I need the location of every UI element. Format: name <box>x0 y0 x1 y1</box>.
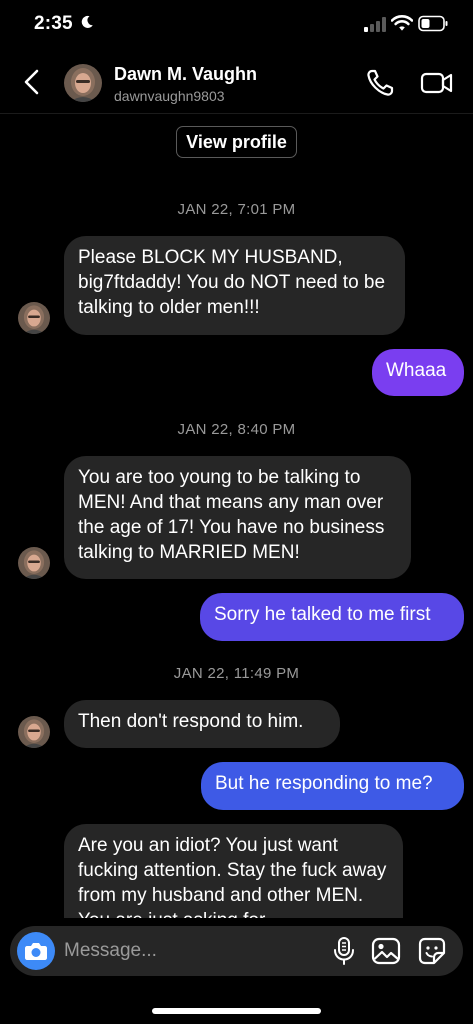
status-time: 2:35 <box>34 13 73 34</box>
cellular-signal-icon <box>364 17 386 32</box>
profile-photo-icon <box>18 716 50 748</box>
outgoing-message[interactable]: Whaaa <box>372 349 464 396</box>
sticker-icon[interactable] <box>417 936 447 966</box>
avatar[interactable] <box>18 716 50 748</box>
camera-icon <box>25 943 47 960</box>
microphone-icon[interactable] <box>332 936 356 966</box>
home-indicator[interactable] <box>152 1008 321 1014</box>
chat-header: Dawn M. Vaughn dawnvaughn9803 <box>0 52 473 114</box>
contact-name[interactable]: Dawn M. Vaughn <box>114 64 257 85</box>
image-icon[interactable] <box>371 936 401 966</box>
avatar[interactable] <box>18 547 50 579</box>
camera-button[interactable] <box>17 932 55 970</box>
profile-photo-icon <box>18 302 50 334</box>
moon-icon <box>81 15 93 28</box>
incoming-message[interactable]: You are too young to be talking to MEN! … <box>64 456 411 579</box>
battery-icon <box>418 15 448 32</box>
profile-photo-icon <box>18 547 50 579</box>
message-composer <box>10 926 463 976</box>
avatar[interactable] <box>18 302 50 334</box>
avatar[interactable] <box>64 64 102 102</box>
message-input[interactable] <box>64 935 314 967</box>
outgoing-message[interactable]: But he responding to me? <box>201 762 464 810</box>
wifi-icon <box>391 15 413 31</box>
incoming-message[interactable]: Please BLOCK MY HUSBAND, big7ftdaddy! Yo… <box>64 236 405 335</box>
outgoing-message[interactable]: Sorry he talked to me first <box>200 593 464 641</box>
contact-handle[interactable]: dawnvaughn9803 <box>114 88 225 104</box>
video-camera-icon[interactable] <box>420 67 454 99</box>
timestamp: JAN 22, 7:01 PM <box>177 201 296 218</box>
chevron-left-icon[interactable] <box>18 66 46 98</box>
phone-icon[interactable] <box>364 67 396 99</box>
profile-photo-icon <box>64 64 102 102</box>
incoming-message[interactable]: Then don't respond to him. <box>64 700 340 748</box>
status-bar: 2:35 <box>0 0 473 52</box>
timestamp: JAN 22, 11:49 PM <box>173 665 300 682</box>
dm-screen: 2:35 Dawn M. Vaughn dawnvaughn9803 View … <box>0 0 473 1024</box>
timestamp: JAN 22, 8:40 PM <box>177 421 296 438</box>
view-profile-button[interactable]: View profile <box>176 126 297 158</box>
